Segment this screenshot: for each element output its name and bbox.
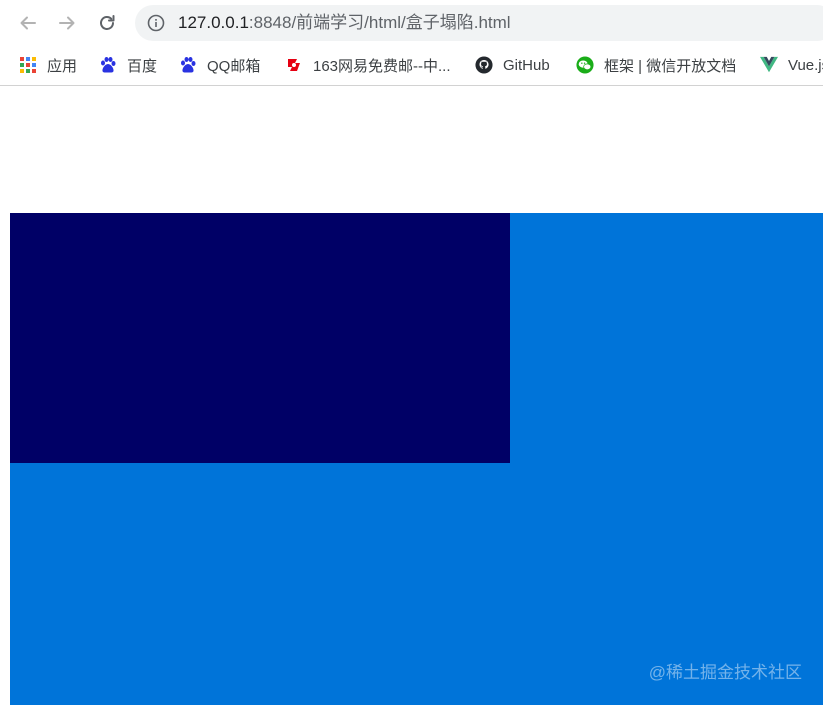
baidu-paw-icon (99, 56, 117, 74)
bookmark-label: GitHub (503, 56, 550, 74)
info-icon[interactable] (147, 14, 165, 32)
bookmarks-bar: 应用 百度 QQ邮箱 163网易免费邮--中... GitHub 框架 | 微信… (0, 46, 823, 86)
bookmark-wechat-docs[interactable]: 框架 | 微信开放文档 (576, 54, 736, 76)
child-box (10, 213, 510, 463)
forward-button[interactable] (53, 9, 81, 37)
browser-toolbar: 127.0.0.1:8848/前端学习/html/盒子塌陷.html (0, 0, 823, 46)
bookmark-apps[interactable]: 应用 (19, 54, 77, 76)
apps-grid-icon (19, 56, 37, 74)
browser-window: 127.0.0.1:8848/前端学习/html/盒子塌陷.html 应用 百度 (0, 0, 823, 705)
back-button[interactable] (14, 9, 42, 37)
watermark-text: @稀土掘金技术社区 (648, 663, 802, 682)
bookmark-github[interactable]: GitHub (475, 54, 550, 76)
bookmark-label: 百度 (127, 57, 158, 75)
vue-icon (760, 56, 778, 74)
url-path: :8848/前端学习/html/盒子塌陷.html (248, 13, 511, 32)
bookmark-label: 应用 (47, 57, 78, 75)
github-icon (475, 56, 493, 74)
bookmark-label: 框架 | 微信开放文档 (604, 57, 737, 75)
baidu-paw-icon (179, 56, 197, 74)
bookmark-label: 163网易免费邮--中... (313, 57, 451, 75)
arrow-right-icon (57, 13, 77, 33)
reload-icon (97, 13, 117, 33)
bookmark-label: QQ邮箱 (207, 57, 261, 75)
bookmark-baidu[interactable]: 百度 (99, 54, 157, 76)
url-text[interactable]: 127.0.0.1:8848/前端学习/html/盒子塌陷.html (178, 13, 511, 33)
parent-box: @稀土掘金技术社区 (10, 213, 823, 705)
arrow-left-icon (18, 13, 38, 33)
netease-163-icon (285, 56, 303, 74)
reload-button[interactable] (93, 9, 121, 37)
page-viewport: @稀土掘金技术社区 (0, 86, 823, 705)
bookmark-qqmail[interactable]: QQ邮箱 (179, 54, 260, 76)
bookmark-vue[interactable]: Vue.js (760, 54, 823, 76)
wechat-icon (576, 56, 594, 74)
url-host: 127.0.0.1 (178, 13, 249, 32)
bookmark-163mail[interactable]: 163网易免费邮--中... (285, 54, 451, 76)
bookmark-label: Vue.js (788, 56, 823, 74)
address-bar[interactable]: 127.0.0.1:8848/前端学习/html/盒子塌陷.html (135, 5, 823, 41)
